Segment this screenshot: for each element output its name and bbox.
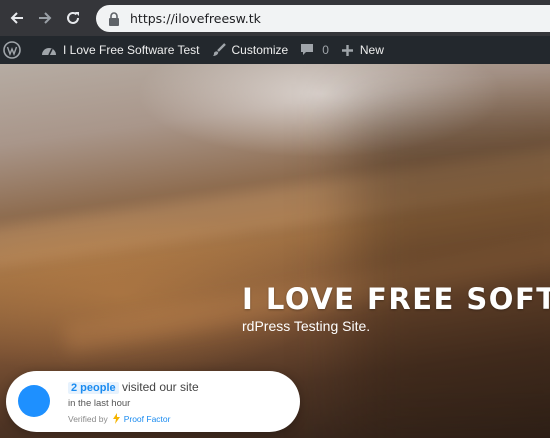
wordpress-icon bbox=[3, 41, 21, 59]
social-proof-notification[interactable]: 2 people visited our site in the last ho… bbox=[6, 371, 300, 432]
visited-text: visited our site bbox=[121, 380, 199, 394]
paintbrush-icon bbox=[212, 43, 226, 56]
lock-icon bbox=[109, 11, 119, 26]
browser-toolbar: https://ilovefreesw.tk bbox=[0, 0, 550, 36]
back-button[interactable] bbox=[6, 7, 28, 29]
forward-arrow-icon bbox=[39, 12, 52, 24]
proof-factor-link[interactable]: Proof Factor bbox=[124, 414, 171, 424]
notification-headline: 2 people visited our site bbox=[68, 380, 199, 394]
comment-icon bbox=[301, 44, 314, 55]
forward-button[interactable] bbox=[34, 7, 56, 29]
people-count: 2 people bbox=[68, 382, 119, 394]
comments-count: 0 bbox=[322, 43, 329, 57]
notification-avatar-dot bbox=[18, 385, 50, 417]
reload-button[interactable] bbox=[62, 7, 84, 29]
site-title[interactable]: I LOVE FREE SOFT bbox=[242, 282, 550, 316]
verified-by-label: Verified by bbox=[68, 413, 108, 424]
notification-timeframe: in the last hour bbox=[68, 398, 131, 409]
notification-verified: Verified by Proof Factor bbox=[68, 413, 170, 424]
reload-icon bbox=[67, 11, 79, 24]
plus-icon bbox=[341, 44, 353, 56]
wp-logo-menu[interactable] bbox=[0, 36, 35, 64]
hero-shadow bbox=[350, 104, 550, 438]
back-arrow-icon bbox=[10, 12, 23, 24]
comments-link[interactable]: 0 bbox=[294, 36, 335, 64]
site-tagline: rdPress Testing Site. bbox=[242, 318, 371, 334]
site-name-label: I Love Free Software Test bbox=[63, 43, 200, 57]
new-content-menu[interactable]: New bbox=[335, 36, 390, 64]
address-bar[interactable]: https://ilovefreesw.tk bbox=[96, 5, 550, 32]
lightning-bolt-icon bbox=[112, 413, 120, 424]
url-text: https://ilovefreesw.tk bbox=[130, 11, 261, 26]
site-name-menu[interactable]: I Love Free Software Test bbox=[35, 36, 206, 64]
wp-admin-bar: I Love Free Software Test Customize 0 Ne… bbox=[0, 36, 550, 92]
customize-label: Customize bbox=[231, 43, 289, 57]
new-label: New bbox=[359, 43, 384, 57]
dashboard-icon bbox=[42, 48, 56, 56]
customize-link[interactable]: Customize bbox=[206, 36, 295, 64]
